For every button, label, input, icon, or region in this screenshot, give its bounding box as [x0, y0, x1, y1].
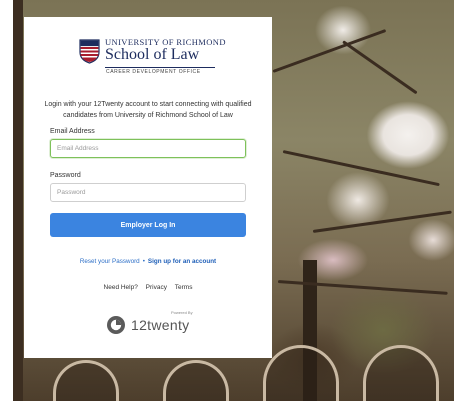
link-separator: • [142, 258, 145, 265]
footer-links: Need Help? Privacy Terms [34, 284, 262, 291]
twelvetwenty-logo: 12twenty [106, 315, 206, 337]
email-label: Email Address [50, 128, 95, 135]
school-name: School of Law [105, 46, 200, 63]
twelvetwenty-mark-icon [107, 316, 125, 334]
shield-icon [79, 39, 100, 64]
employer-login-button[interactable]: Employer Log In [50, 213, 246, 237]
account-links: Reset your Password • Sign up for an accou… [34, 258, 262, 265]
login-card: UNIVERSITY OF RICHMOND School of Law CAR… [24, 17, 272, 358]
email-input[interactable] [50, 139, 246, 158]
password-input[interactable] [50, 183, 246, 202]
signup-link[interactable]: Sign up for an account [148, 258, 216, 265]
password-label: Password [50, 172, 81, 179]
office-name: CAREER DEVELOPMENT OFFICE [106, 69, 201, 75]
logo-divider [105, 67, 215, 68]
brand-name: 12twenty [131, 317, 190, 333]
intro-text: Login with your 12Twenty account to star… [44, 101, 252, 119]
need-help-link[interactable]: Need Help? [104, 284, 138, 291]
reset-password-link[interactable]: Reset your Password [80, 258, 140, 265]
terms-link[interactable]: Terms [175, 284, 193, 291]
privacy-link[interactable]: Privacy [146, 284, 167, 291]
school-logo: UNIVERSITY OF RICHMOND School of Law CAR… [79, 37, 225, 87]
